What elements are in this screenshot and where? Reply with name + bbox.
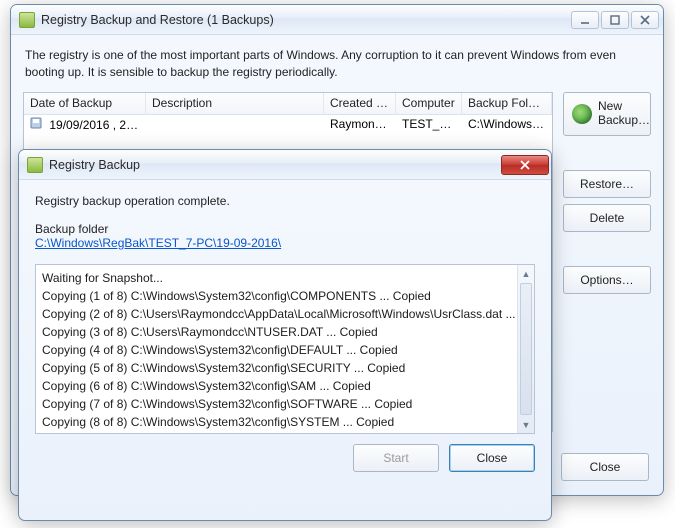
log-line: Waiting for Snapshot... xyxy=(42,269,511,287)
window-controls xyxy=(571,11,659,29)
intro-text: The registry is one of the most importan… xyxy=(25,47,649,82)
main-close-button[interactable]: Close xyxy=(561,453,649,481)
backup-folder-link[interactable]: C:\Windows\RegBak\TEST_7-PC\19-09-2016\ xyxy=(35,236,281,250)
list-header[interactable]: Date of Backup Description Created By Co… xyxy=(24,93,552,115)
log-line: Copying (2 of 8) C:\Users\Raymondcc\AppD… xyxy=(42,305,511,323)
cell-description xyxy=(146,115,324,135)
cell-created-by: Raymon… xyxy=(324,115,396,135)
log-line: Copying (3 of 8) C:\Users\Raymondcc\NTUS… xyxy=(42,323,511,341)
col-description[interactable]: Description xyxy=(146,93,324,114)
scroll-thumb[interactable] xyxy=(520,283,532,415)
log-line: Copying (4 of 8) C:\Windows\System32\con… xyxy=(42,341,511,359)
options-button[interactable]: Options… xyxy=(563,266,651,294)
dialog-window-controls xyxy=(501,155,549,175)
app-icon xyxy=(27,157,43,173)
disk-icon xyxy=(30,117,44,129)
globe-icon xyxy=(572,104,592,124)
log-line: Copying (5 of 8) C:\Windows\System32\con… xyxy=(42,359,511,377)
log-line: Copying (6 of 8) C:\Windows\System32\con… xyxy=(42,377,511,395)
scroll-up-icon[interactable]: ▲ xyxy=(518,265,534,282)
side-buttons: New Backup… Restore… Delete Options… Clo… xyxy=(563,92,651,432)
log-content: Waiting for Snapshot... Copying (1 of 8)… xyxy=(36,265,517,433)
restore-button[interactable]: Restore… xyxy=(563,170,651,198)
delete-button[interactable]: Delete xyxy=(563,204,651,232)
cell-date: 19/09/2016 , 22:33 xyxy=(24,115,146,135)
col-date[interactable]: Date of Backup xyxy=(24,93,146,114)
maximize-button[interactable] xyxy=(601,11,629,29)
backup-folder-label: Backup folder xyxy=(35,222,535,236)
col-created-by[interactable]: Created By xyxy=(324,93,396,114)
main-title: Registry Backup and Restore (1 Backups) xyxy=(41,13,571,27)
dialog-close-button[interactable]: Close xyxy=(449,444,535,472)
cell-folder: C:\Windows\RegB xyxy=(462,115,552,135)
col-computer[interactable]: Computer xyxy=(396,93,462,114)
new-backup-button[interactable]: New Backup… xyxy=(563,92,651,136)
log-line: Copying (1 of 8) C:\Windows\System32\con… xyxy=(42,287,511,305)
cell-computer: TEST_… xyxy=(396,115,462,135)
log-scrollbar[interactable]: ▲ ▼ xyxy=(517,265,534,433)
main-titlebar[interactable]: Registry Backup and Restore (1 Backups) xyxy=(11,5,663,35)
dialog-close-x-button[interactable] xyxy=(501,155,549,175)
start-button: Start xyxy=(353,444,439,472)
scroll-down-icon[interactable]: ▼ xyxy=(518,416,534,433)
app-icon xyxy=(19,12,35,28)
minimize-button[interactable] xyxy=(571,11,599,29)
col-backup-folder[interactable]: Backup Folder xyxy=(462,93,552,114)
dialog-button-row: Start Close xyxy=(35,434,535,472)
backup-dialog: Registry Backup Registry backup operatio… xyxy=(18,149,552,521)
log-line: Copying (7 of 8) C:\Windows\System32\con… xyxy=(42,395,511,413)
dialog-title: Registry Backup xyxy=(49,158,501,172)
log-line: Copying (8 of 8) C:\Windows\System32\con… xyxy=(42,413,511,431)
dialog-message: Registry backup operation complete. xyxy=(35,194,535,208)
dialog-titlebar[interactable]: Registry Backup xyxy=(19,150,551,180)
close-button[interactable] xyxy=(631,11,659,29)
table-row[interactable]: 19/09/2016 , 22:33 Raymon… TEST_… C:\Win… xyxy=(24,115,552,135)
log-box: Waiting for Snapshot... Copying (1 of 8)… xyxy=(35,264,535,434)
